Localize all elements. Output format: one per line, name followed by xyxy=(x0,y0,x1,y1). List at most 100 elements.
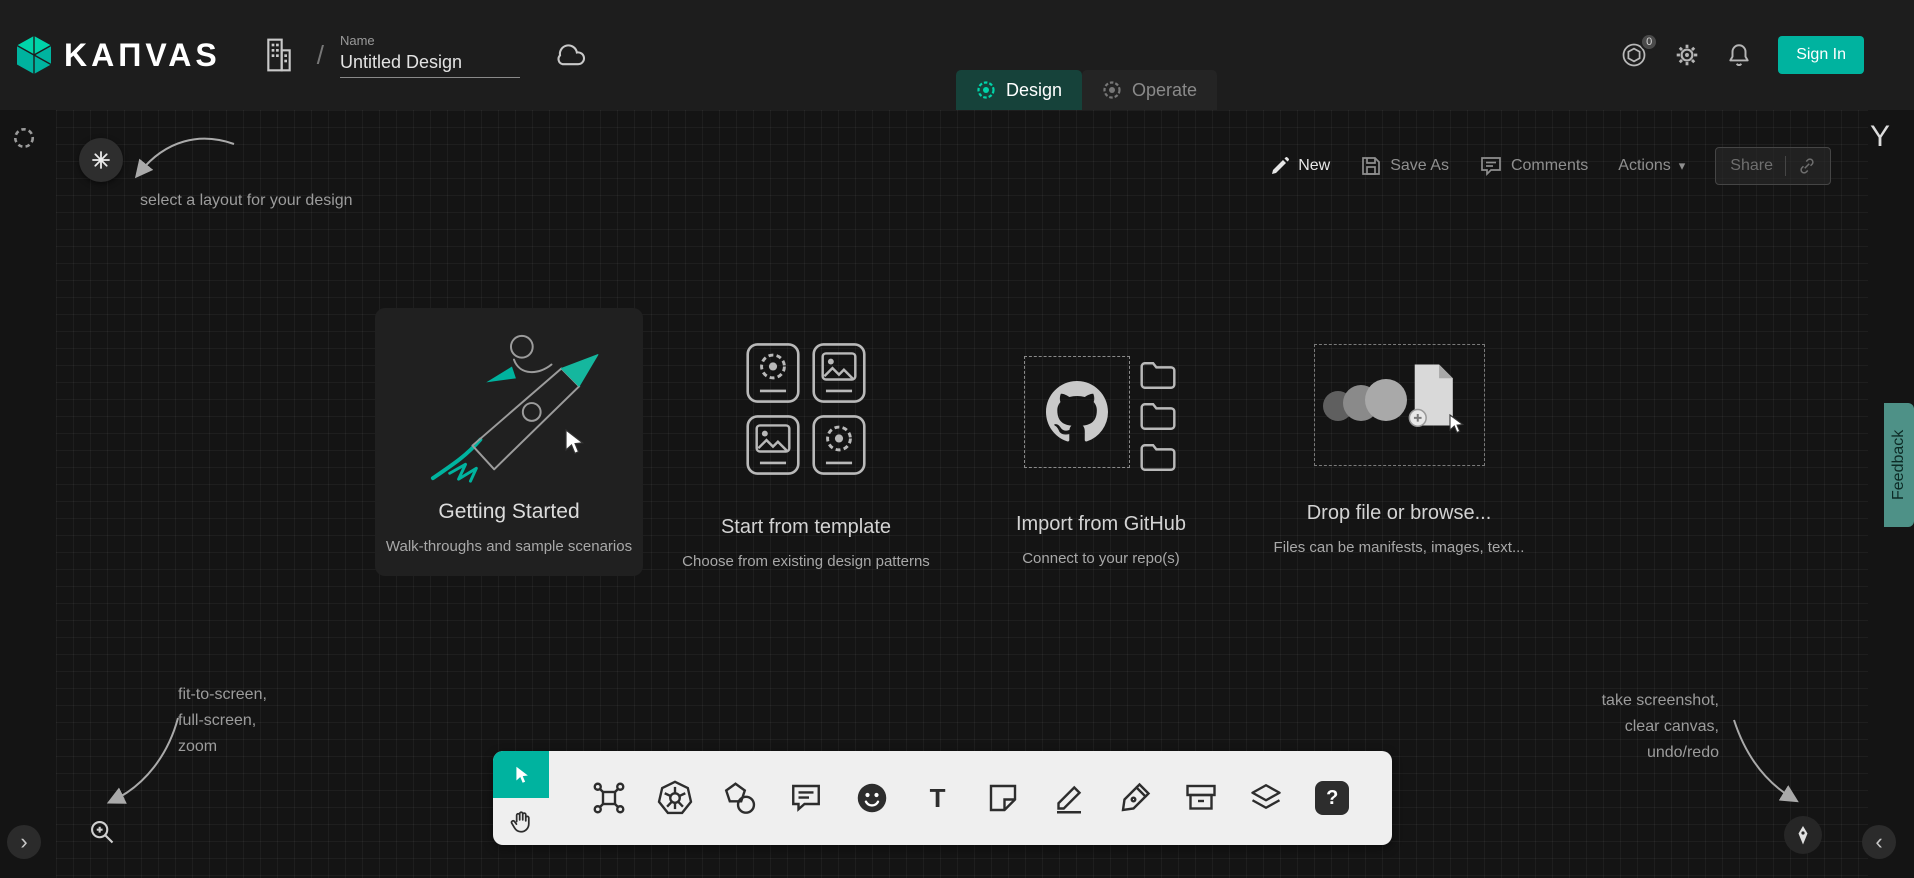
collapse-right-panel-button[interactable]: ‹ xyxy=(1862,825,1896,859)
card-subtitle: Choose from existing design patterns xyxy=(682,553,930,570)
github-illustration xyxy=(1024,356,1178,473)
pen-nib-icon xyxy=(1793,825,1813,845)
fountain-pen-icon xyxy=(1117,780,1153,816)
chevron-left-icon: ‹ xyxy=(1875,829,1882,855)
template-image-icon xyxy=(811,342,867,404)
layer5-y-logo: Y xyxy=(1870,120,1890,154)
design-name-input[interactable] xyxy=(340,50,520,78)
sticker-smiley-icon xyxy=(854,780,890,816)
help-icon: ? xyxy=(1315,781,1349,815)
comment-tool[interactable] xyxy=(786,778,826,818)
settings-button[interactable] xyxy=(1674,42,1700,68)
card-subtitle: Walk-throughs and sample scenarios xyxy=(386,538,632,555)
feedback-tab[interactable]: Feedback xyxy=(1884,403,1914,527)
start-from-template-card[interactable]: Start from template Choose from existing… xyxy=(661,342,951,570)
getting-started-card[interactable]: Getting Started Walk-throughs and sample… xyxy=(375,308,643,576)
draw-tool[interactable] xyxy=(1049,778,1089,818)
screenshot-pen-button[interactable] xyxy=(1784,816,1822,854)
card-subtitle: Connect to your repo(s) xyxy=(1022,550,1180,567)
bell-icon xyxy=(1726,41,1752,69)
card-title: Import from GitHub xyxy=(1016,513,1186,536)
drop-zone[interactable] xyxy=(1314,344,1485,466)
kubernetes-icon xyxy=(656,779,694,817)
share-button[interactable]: Share xyxy=(1715,147,1831,185)
select-tool[interactable] xyxy=(493,751,549,798)
canvas-toolbar: New Save As Comments Actions ▾ Share xyxy=(1270,146,1831,186)
credits-button[interactable]: 0 xyxy=(1620,41,1648,69)
kanvas-logo[interactable]: KAΠVAS xyxy=(14,35,221,75)
github-octocat-icon xyxy=(1046,381,1108,443)
expand-left-panel-button[interactable]: › xyxy=(7,825,41,859)
gear-icon xyxy=(1674,42,1700,68)
breadcrumb-separator: / xyxy=(317,40,324,71)
design-canvas[interactable]: select a layout for your design New Save… xyxy=(0,110,1914,878)
cloud-sync-button[interactable] xyxy=(554,43,588,67)
layers-tool[interactable] xyxy=(1246,778,1286,818)
card-title: Start from template xyxy=(721,516,891,539)
hand-icon xyxy=(508,809,534,835)
credits-badge: 0 xyxy=(1640,33,1658,51)
shapes-icon xyxy=(722,780,758,816)
drop-cursor-icon xyxy=(1447,413,1467,437)
card-title: Drop file or browse... xyxy=(1307,502,1492,525)
pointer-tools xyxy=(493,751,549,845)
screenshot-hint-text: take screenshot, clear canvas, undo/redo xyxy=(1602,688,1719,766)
folder-icon xyxy=(1138,360,1178,391)
magnifier-plus-icon xyxy=(88,818,116,846)
tool-dock: T xyxy=(493,751,1392,845)
sticker-tool[interactable] xyxy=(852,778,892,818)
share-label: Share xyxy=(1730,157,1773,175)
comments-icon xyxy=(1479,155,1503,177)
tab-design-label: Design xyxy=(1006,80,1062,101)
tab-operate[interactable]: Operate xyxy=(1082,70,1217,110)
pan-tool[interactable] xyxy=(493,798,549,845)
template-pattern-icon xyxy=(811,414,867,476)
sign-in-button[interactable]: Sign In xyxy=(1778,36,1864,74)
mouse-cursor xyxy=(560,428,586,458)
import-from-github-card[interactable]: Import from GitHub Connect to your repo(… xyxy=(961,356,1241,567)
header-actions: 0 Sign In xyxy=(1620,0,1914,110)
actions-label: Actions xyxy=(1618,157,1670,175)
folder-icon xyxy=(1138,442,1178,473)
component-tool[interactable] xyxy=(589,778,629,818)
text-tool-glyph: T xyxy=(930,783,946,814)
layout-flower-icon xyxy=(91,150,111,170)
save-as-label: Save As xyxy=(1390,157,1449,175)
screenshot-hint-arrow xyxy=(1724,712,1808,808)
zoom-button[interactable] xyxy=(88,818,116,851)
chevron-down-icon: ▾ xyxy=(1679,158,1686,174)
shapes-tool[interactable] xyxy=(720,778,760,818)
layout-selector-button[interactable] xyxy=(79,138,123,182)
help-button[interactable]: ? xyxy=(1312,778,1352,818)
chevron-right-icon: › xyxy=(20,829,27,855)
zoom-hint-text: fit-to-screen, full-screen, zoom xyxy=(178,682,267,760)
organization-icon[interactable] xyxy=(263,37,295,73)
cloud-icon xyxy=(554,43,588,67)
operate-tab-icon xyxy=(1102,80,1122,100)
layout-hint-arrow xyxy=(128,132,240,188)
pen-tool[interactable] xyxy=(1115,778,1155,818)
notifications-button[interactable] xyxy=(1726,41,1752,69)
design-tab-icon xyxy=(976,80,996,100)
drop-file-card[interactable]: Drop file or browse... Files can be mani… xyxy=(1259,344,1539,556)
new-design-button[interactable]: New xyxy=(1270,156,1330,176)
layout-hint-text: select a layout for your design xyxy=(140,188,353,214)
card-title: Getting Started xyxy=(438,500,579,524)
template-image-icon xyxy=(745,414,801,476)
kubernetes-tool[interactable] xyxy=(655,778,695,818)
cursor-icon xyxy=(510,763,532,787)
drawer-tool[interactable] xyxy=(1181,778,1221,818)
template-pattern-icon xyxy=(745,342,801,404)
text-tool[interactable]: T xyxy=(918,778,958,818)
tab-design[interactable]: Design xyxy=(956,70,1082,110)
card-subtitle: Files can be manifests, images, text... xyxy=(1274,539,1525,556)
new-label: New xyxy=(1298,157,1330,175)
repo-folders xyxy=(1138,356,1178,473)
save-as-button[interactable]: Save As xyxy=(1360,155,1449,177)
tab-operate-label: Operate xyxy=(1132,80,1197,101)
comments-button[interactable]: Comments xyxy=(1479,155,1588,177)
github-selection-box xyxy=(1024,356,1130,468)
sticky-note-tool[interactable] xyxy=(983,778,1023,818)
folder-icon xyxy=(1138,401,1178,432)
actions-dropdown[interactable]: Actions ▾ xyxy=(1618,157,1685,175)
